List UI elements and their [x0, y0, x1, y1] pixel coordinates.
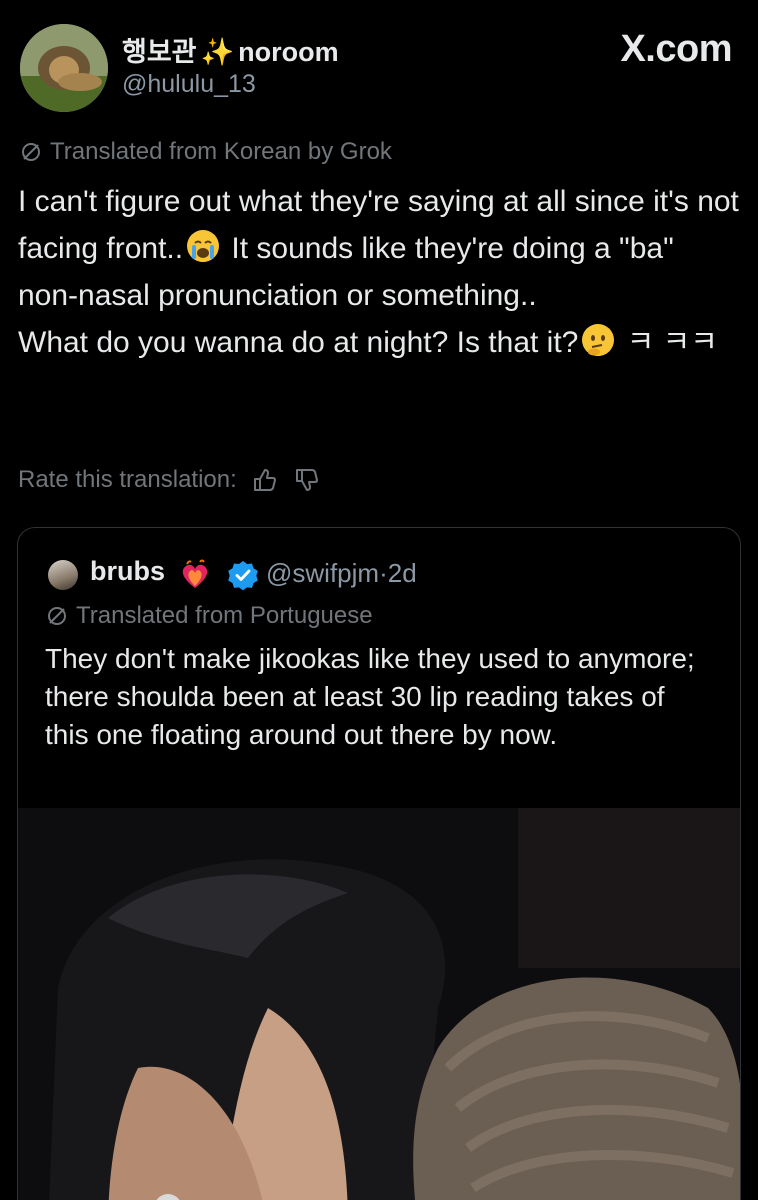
- quoted-author-avatar[interactable]: [48, 560, 78, 590]
- tweet-paragraph-2: What do you wanna do at night? Is that i…: [18, 319, 740, 366]
- translation-note-text: Translated from Korean by Grok: [50, 138, 392, 165]
- x-logo-text: X.com: [620, 28, 732, 70]
- quoted-meta: @swifpjm·2d: [266, 558, 417, 589]
- lion-avatar-image: [20, 24, 108, 112]
- heart-fire-emoji-icon: [182, 559, 208, 588]
- quoted-handle[interactable]: @swifpjm: [266, 558, 379, 588]
- translation-note: Translated from Korean by Grok: [20, 138, 392, 166]
- rate-translation: Rate this translation:: [18, 466, 321, 494]
- thumbs-down-icon[interactable]: [293, 466, 321, 494]
- author-name-suffix: noroom: [238, 37, 339, 67]
- author-avatar[interactable]: [20, 24, 108, 112]
- tweet-body: I can't figure out what they're saying a…: [18, 178, 740, 366]
- thinking-emoji-icon: [582, 324, 615, 356]
- author-handle[interactable]: @hululu_13: [122, 70, 256, 99]
- thumbs-up-icon[interactable]: [251, 466, 279, 494]
- video-frame-image: [18, 808, 740, 1200]
- verified-badge-icon: [228, 561, 258, 590]
- quoted-tweet-text: They don't make jikookas like they used …: [45, 643, 695, 750]
- sparkle-icon: ✨: [200, 37, 235, 67]
- quoted-author-name[interactable]: brubs: [90, 556, 165, 587]
- tweet-text-part-3: What do you wanna do at night? Is that i…: [18, 326, 579, 359]
- meta-separator: ·: [379, 558, 388, 588]
- tweet-text-part-4: ㅋ ㅋㅋ: [618, 326, 718, 359]
- translate-slash-icon: [48, 607, 66, 625]
- author-name-korean: 행보관: [122, 37, 197, 67]
- quoted-translation-note-text: Translated from Portuguese: [76, 602, 373, 629]
- author-display-name[interactable]: 행보관 ✨ noroom: [122, 30, 339, 69]
- translate-slash-icon: [22, 143, 40, 161]
- rate-translation-label: Rate this translation:: [18, 466, 237, 493]
- tweet-screenshot: 행보관 ✨ noroom @hululu_13 X.com Translated f…: [0, 0, 758, 1200]
- quoted-tweet-card[interactable]: brubs @swifpjm·2d Translated from Portug…: [17, 527, 741, 1200]
- quoted-media-image[interactable]: [18, 808, 740, 1200]
- quoted-timestamp[interactable]: 2d: [388, 558, 417, 588]
- quoted-translation-note: Translated from Portuguese: [46, 602, 373, 630]
- loudly-crying-emoji-icon: [187, 230, 220, 262]
- tweet-paragraph-1: I can't figure out what they're saying a…: [18, 178, 740, 319]
